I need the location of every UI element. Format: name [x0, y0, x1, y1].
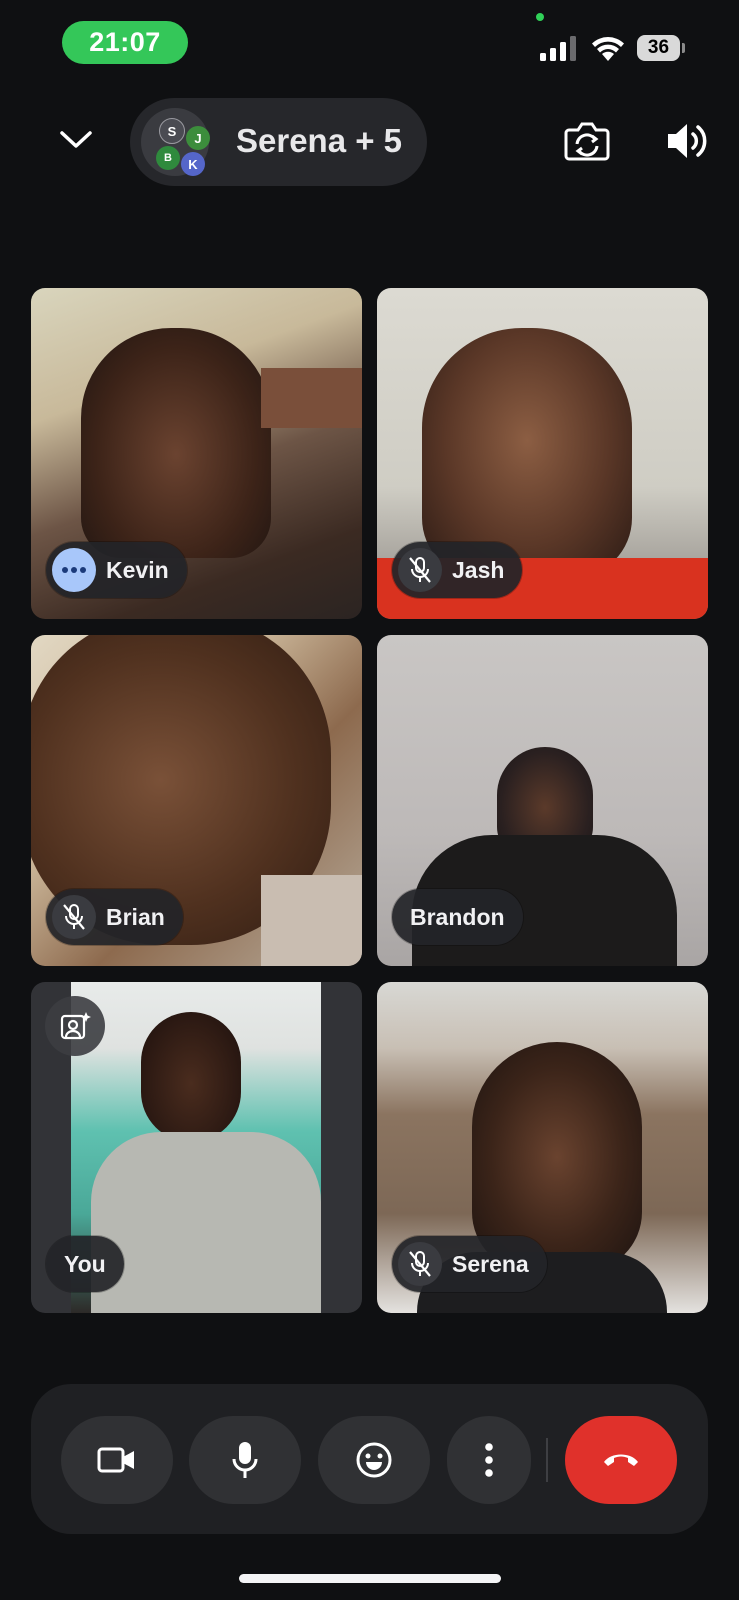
participant-name: You [64, 1250, 106, 1277]
home-indicator[interactable] [239, 1574, 501, 1583]
participant-video [81, 328, 271, 558]
participant-video [422, 328, 632, 578]
participant-label: Serena [392, 1236, 547, 1292]
more-options-button[interactable] [447, 1416, 531, 1504]
camera-in-use-indicator [536, 13, 544, 21]
participant-label: Brian [46, 889, 183, 945]
participant-name: Brandon [410, 903, 505, 930]
more-dots-icon [52, 548, 96, 592]
flip-camera-button[interactable] [563, 118, 611, 164]
group-avatar: S J B K [141, 108, 210, 176]
portrait-effects-icon [60, 1012, 91, 1040]
wifi-icon [592, 37, 624, 61]
video-tile-serena[interactable]: Serena [377, 982, 708, 1313]
video-tile-brian[interactable]: Brian [31, 635, 362, 966]
mic-off-icon [398, 1242, 442, 1286]
portrait-effects-button[interactable] [45, 996, 105, 1056]
avatar-initial: S [159, 118, 185, 144]
call-title: Serena + 5 [236, 122, 403, 159]
camera-toggle-button[interactable] [61, 1416, 173, 1504]
avatar-initial: B [156, 146, 180, 170]
speaker-button[interactable] [664, 118, 710, 164]
avatar-initial: J [186, 126, 210, 150]
camera-icon [97, 1447, 134, 1473]
cellular-signal-icon [540, 36, 576, 61]
participant-name: Jash [452, 556, 505, 583]
participant-label: You [46, 1236, 124, 1292]
participant-label: Brandon [392, 889, 523, 945]
participant-name: Brian [106, 903, 165, 930]
status-bar: 21:07 36 [0, 0, 739, 90]
reactions-button[interactable] [318, 1416, 430, 1504]
video-tile-jash[interactable]: Jash [377, 288, 708, 619]
mic-off-icon [398, 548, 442, 592]
participant-name: Kevin [106, 556, 169, 583]
call-participants-pill[interactable]: S J B K Serena + 5 [130, 98, 427, 186]
battery-level: 36 [637, 35, 680, 61]
emoji-icon [356, 1442, 392, 1478]
participant-name: Serena [452, 1250, 529, 1277]
flip-camera-icon [564, 122, 610, 161]
avatar-initial: K [181, 152, 205, 176]
microphone-icon [232, 1442, 258, 1478]
video-tile-brandon[interactable]: Brandon [377, 635, 708, 966]
video-tile-you[interactable]: You [31, 982, 362, 1313]
participant-label: Kevin [46, 542, 187, 598]
end-call-button[interactable] [565, 1416, 677, 1504]
control-divider [546, 1438, 548, 1482]
chevron-down-icon [60, 131, 92, 148]
more-options-icon [485, 1443, 493, 1477]
video-tile-kevin[interactable]: Kevin [31, 288, 362, 619]
collapse-call-button[interactable] [54, 118, 98, 162]
participant-label: Jash [392, 542, 523, 598]
mic-off-icon [52, 895, 96, 939]
battery-icon: 36 [637, 35, 685, 61]
status-time[interactable]: 21:07 [62, 21, 188, 64]
end-call-icon [604, 1454, 638, 1466]
microphone-toggle-button[interactable] [189, 1416, 301, 1504]
call-control-bar [31, 1384, 708, 1534]
speaker-icon [668, 124, 707, 158]
